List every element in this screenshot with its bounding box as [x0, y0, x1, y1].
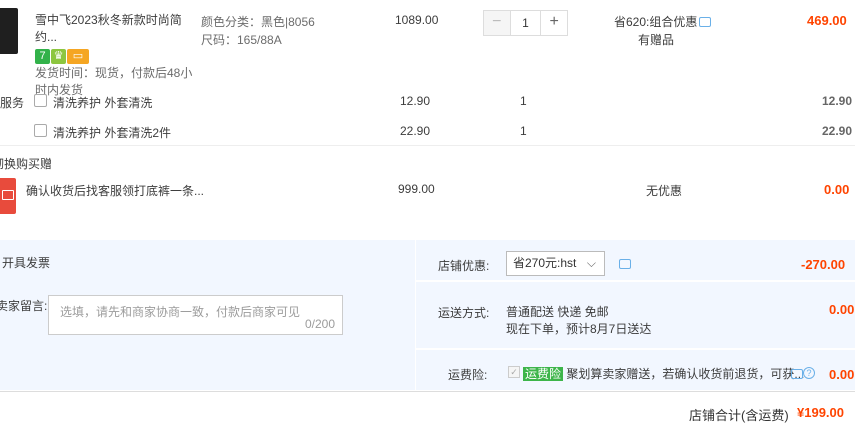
badge-quality-icon: ♛	[51, 49, 66, 65]
insurance-label: 运费险:	[448, 368, 488, 382]
unit-price: 1089.00	[395, 13, 439, 27]
service-label-2: 清洗养护 外套清洗2件	[53, 126, 172, 140]
message-label: 卖家留言:	[0, 299, 48, 313]
product-thumbnail[interactable]	[0, 8, 18, 54]
panel-hline	[416, 348, 855, 350]
product-info: 雪中飞2023秋冬新款时尚简约... 7 ♛ ▭ 发货时间：现货，付款后48小时内发…	[35, 12, 195, 99]
sku-color: 颜色分类：黑色|8056	[201, 15, 315, 29]
service-checkbox-2[interactable]	[34, 124, 47, 137]
shipping-eta: 现在下单，预计8月7日送达	[506, 322, 652, 336]
sku-size: 尺码：165/88A	[201, 33, 282, 47]
chat-icon[interactable]	[699, 17, 711, 27]
discount-text: 省620:组合优惠	[614, 15, 698, 29]
product-title[interactable]: 雪中飞2023秋冬新款时尚简约...	[35, 12, 195, 46]
gift-total: 0.00	[824, 182, 850, 197]
gift-discount: 无优惠	[646, 184, 683, 198]
panel-divider	[415, 240, 416, 390]
insurance-desc: 聚划算卖家赠送，若确认收货前退货，可获...	[566, 367, 805, 381]
increment-button[interactable]: +	[541, 11, 568, 35]
service-qty-1: 1	[520, 94, 527, 108]
quantity-stepper: − 1 +	[483, 10, 568, 36]
service-checkbox-1[interactable]	[34, 94, 47, 107]
insurance-text: 运费险 聚划算卖家赠送，若确认收货前退货，可获...	[523, 365, 804, 382]
gift-title[interactable]: 确认收货后找客服领打底裤一条...	[26, 182, 204, 199]
badge-7day-icon: 7	[35, 49, 50, 65]
service-label-1: 清洗养护 外套清洗	[53, 96, 153, 110]
chat-icon[interactable]	[619, 259, 631, 269]
footer-label: 店铺合计(含运费)	[689, 408, 789, 423]
shop-discount-value: 省270元:hst	[513, 256, 577, 270]
item-total: 469.00	[807, 13, 847, 28]
footer-total: ¥199.00	[797, 405, 844, 420]
invoice-label[interactable]: 开具发票	[2, 254, 50, 271]
badge-card-icon: ▭	[67, 49, 89, 65]
shop-discount-label: 店铺优惠:	[438, 259, 490, 273]
insurance-tag: 运费险	[523, 367, 564, 381]
message-placeholder: 选填，请先和商家协商一致，付款后商家可见	[60, 305, 301, 319]
service-price-2: 22.90	[400, 124, 431, 138]
message-counter: 0/200	[304, 317, 335, 331]
footer-divider	[0, 391, 855, 392]
gift-section-label: 砌换购买赠	[0, 157, 53, 171]
service-qty-2: 1	[520, 124, 527, 138]
shipping-amount: 0.00	[829, 302, 855, 317]
service-total-1: 12.90	[822, 94, 853, 108]
shipping-method: 普通配送 快递 免邮	[506, 305, 609, 319]
services-label: 服务	[0, 96, 25, 110]
chat-icon[interactable]	[791, 369, 803, 379]
badge-row: 7 ♛ ▭	[35, 48, 195, 65]
insurance-amount: 0.00	[829, 367, 855, 382]
shipping-label: 运送方式:	[438, 306, 490, 320]
help-icon[interactable]: ?	[803, 367, 815, 379]
divider	[0, 145, 855, 146]
shop-discount-amount: -270.00	[801, 257, 846, 272]
gift-text: 有赠品	[638, 33, 675, 47]
message-textarea[interactable]: 选填，请先和商家协商一致，付款后商家可见 0/200	[48, 295, 343, 335]
chevron-down-icon: ⌵	[586, 256, 596, 270]
insurance-checkbox[interactable]: ✓	[508, 366, 520, 378]
service-total-2: 22.90	[822, 124, 853, 138]
shop-discount-select[interactable]: 省270元:hst ⌵	[506, 251, 605, 276]
decrement-button[interactable]: −	[484, 11, 510, 35]
gift-price: 999.00	[398, 182, 435, 196]
gift-thumbnail[interactable]	[0, 178, 16, 214]
quantity-input[interactable]: 1	[509, 11, 542, 35]
panel-hline	[416, 280, 855, 282]
service-price-1: 12.90	[400, 94, 431, 108]
